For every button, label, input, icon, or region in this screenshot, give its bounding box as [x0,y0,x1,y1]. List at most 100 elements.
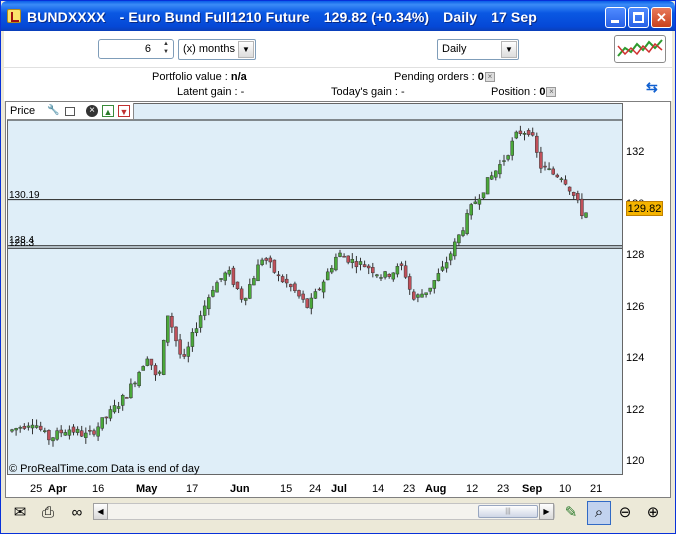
history-unit-select[interactable]: (x) months ▼ [178,39,256,60]
candle-up [157,371,162,374]
candle-down [178,339,182,355]
draw-tools-icon[interactable]: ✎ [560,503,582,523]
candle-up [84,432,88,438]
date-tick-label: 23 [403,483,416,495]
date-tick-label: 23 [497,483,510,495]
chart-type-button[interactable] [614,35,666,63]
window-icon[interactable] [65,107,75,116]
history-length-stepper[interactable]: 6 ▲ ▼ [98,39,174,59]
app-icon [7,9,21,23]
maximize-button[interactable] [628,7,649,28]
candle-down [174,326,178,342]
candle-up [432,280,437,289]
stepper-arrows-icon[interactable]: ▲ ▼ [159,40,173,58]
move-up-icon[interactable]: ▲ [102,105,114,117]
date-tick-label: Sep [522,483,543,495]
todays-gain: Today's gain : - [331,86,405,98]
history-unit-value: (x) months [183,43,235,55]
minimize-button[interactable] [605,7,626,28]
date-tick-label: 24 [309,483,322,495]
date-tick-label: Aug [425,483,447,495]
date-tick-label: 15 [280,483,293,495]
close-button[interactable]: ✕ [651,7,672,28]
candlestick-chart [8,119,622,447]
candle-down [293,283,297,292]
timeframe-select[interactable]: Daily ▼ [437,39,519,60]
candle-down [403,265,408,278]
candle-up [133,382,137,385]
candle-down [518,130,523,134]
wrench-icon[interactable]: 🔧 [47,105,59,117]
candle-up [391,272,396,280]
candle-up [51,437,55,442]
candle-down [235,281,240,290]
candle-down [305,298,309,308]
clear-pending-icon[interactable]: × [484,72,495,83]
candle-up [227,269,232,275]
candle-down [571,191,576,196]
date-tick-label: 16 [92,483,105,495]
print-icon[interactable]: ⎙ [37,503,59,523]
candle-up [321,281,326,293]
candle-up [395,266,400,275]
move-down-icon[interactable]: ▼ [118,105,130,117]
scrollbar-thumb[interactable]: ||| [478,505,538,518]
zoom-out-icon[interactable]: ⊖ [614,503,636,523]
portfolio-value: Portfolio value : n/a [152,71,247,83]
price-panel-header: Price 🔧 × ▲ ▼ [7,103,134,120]
candle-down [407,276,412,290]
candle-down [526,130,531,135]
price-panel-label: Price [10,105,36,117]
candle-down [555,174,560,178]
candle-up [453,241,457,257]
candle-up [207,297,211,310]
candle-down [317,288,322,291]
clear-position-icon[interactable]: × [546,87,557,98]
candle-up [510,140,514,156]
price-plot-area[interactable] [7,103,623,475]
minimize-icon [611,20,619,23]
email-icon[interactable]: ✉ [9,503,31,523]
candle-down [535,135,539,153]
candle-down [47,430,51,441]
candle-down [301,293,305,300]
title-bar[interactable]: BUNDXXXX - Euro Bund Full1210 Future 129.8… [1,1,675,31]
zoom-area-icon[interactable]: ⌕ [588,503,610,523]
candle-up [465,213,469,234]
timeframe-value: Daily [442,43,467,55]
candle-up [325,271,330,281]
price-tick-label: 120 [626,455,645,467]
remove-panel-icon[interactable]: × [86,105,98,117]
candle-up [219,278,223,280]
chart-type-icon [617,39,663,57]
scroll-right-button[interactable]: ▶ [539,503,554,520]
price-axis[interactable] [624,103,670,475]
candle-up [120,395,125,406]
candle-up [440,266,445,271]
swap-arrows-icon[interactable]: ⇆ [646,79,670,95]
today-label: Today's gain : [331,86,398,98]
candle-down [231,267,236,285]
candle-down [551,168,555,175]
candle-up [202,305,207,316]
candle-up [485,177,490,195]
scroll-left-button[interactable]: ◀ [93,503,108,520]
candle-down [125,397,129,399]
candle-up [457,234,461,244]
candle-down [153,365,158,376]
link-icon[interactable]: ∞ [66,503,88,523]
zoom-in-icon[interactable]: ⊕ [642,503,664,523]
date-tick-label: Jun [230,483,250,495]
candle-up [190,332,195,347]
candle-up [498,164,502,175]
chevron-down-icon[interactable]: ▼ [238,41,254,58]
position: Position : 0 × [491,86,557,98]
chevron-down-icon[interactable]: ▼ [501,41,517,58]
candle-down [182,354,186,357]
candle-up [161,339,166,375]
candle-up [166,315,170,343]
candle-up [428,287,432,292]
position-amount: 0 [539,86,546,98]
candle-up [489,175,494,180]
candle-up [30,424,35,429]
